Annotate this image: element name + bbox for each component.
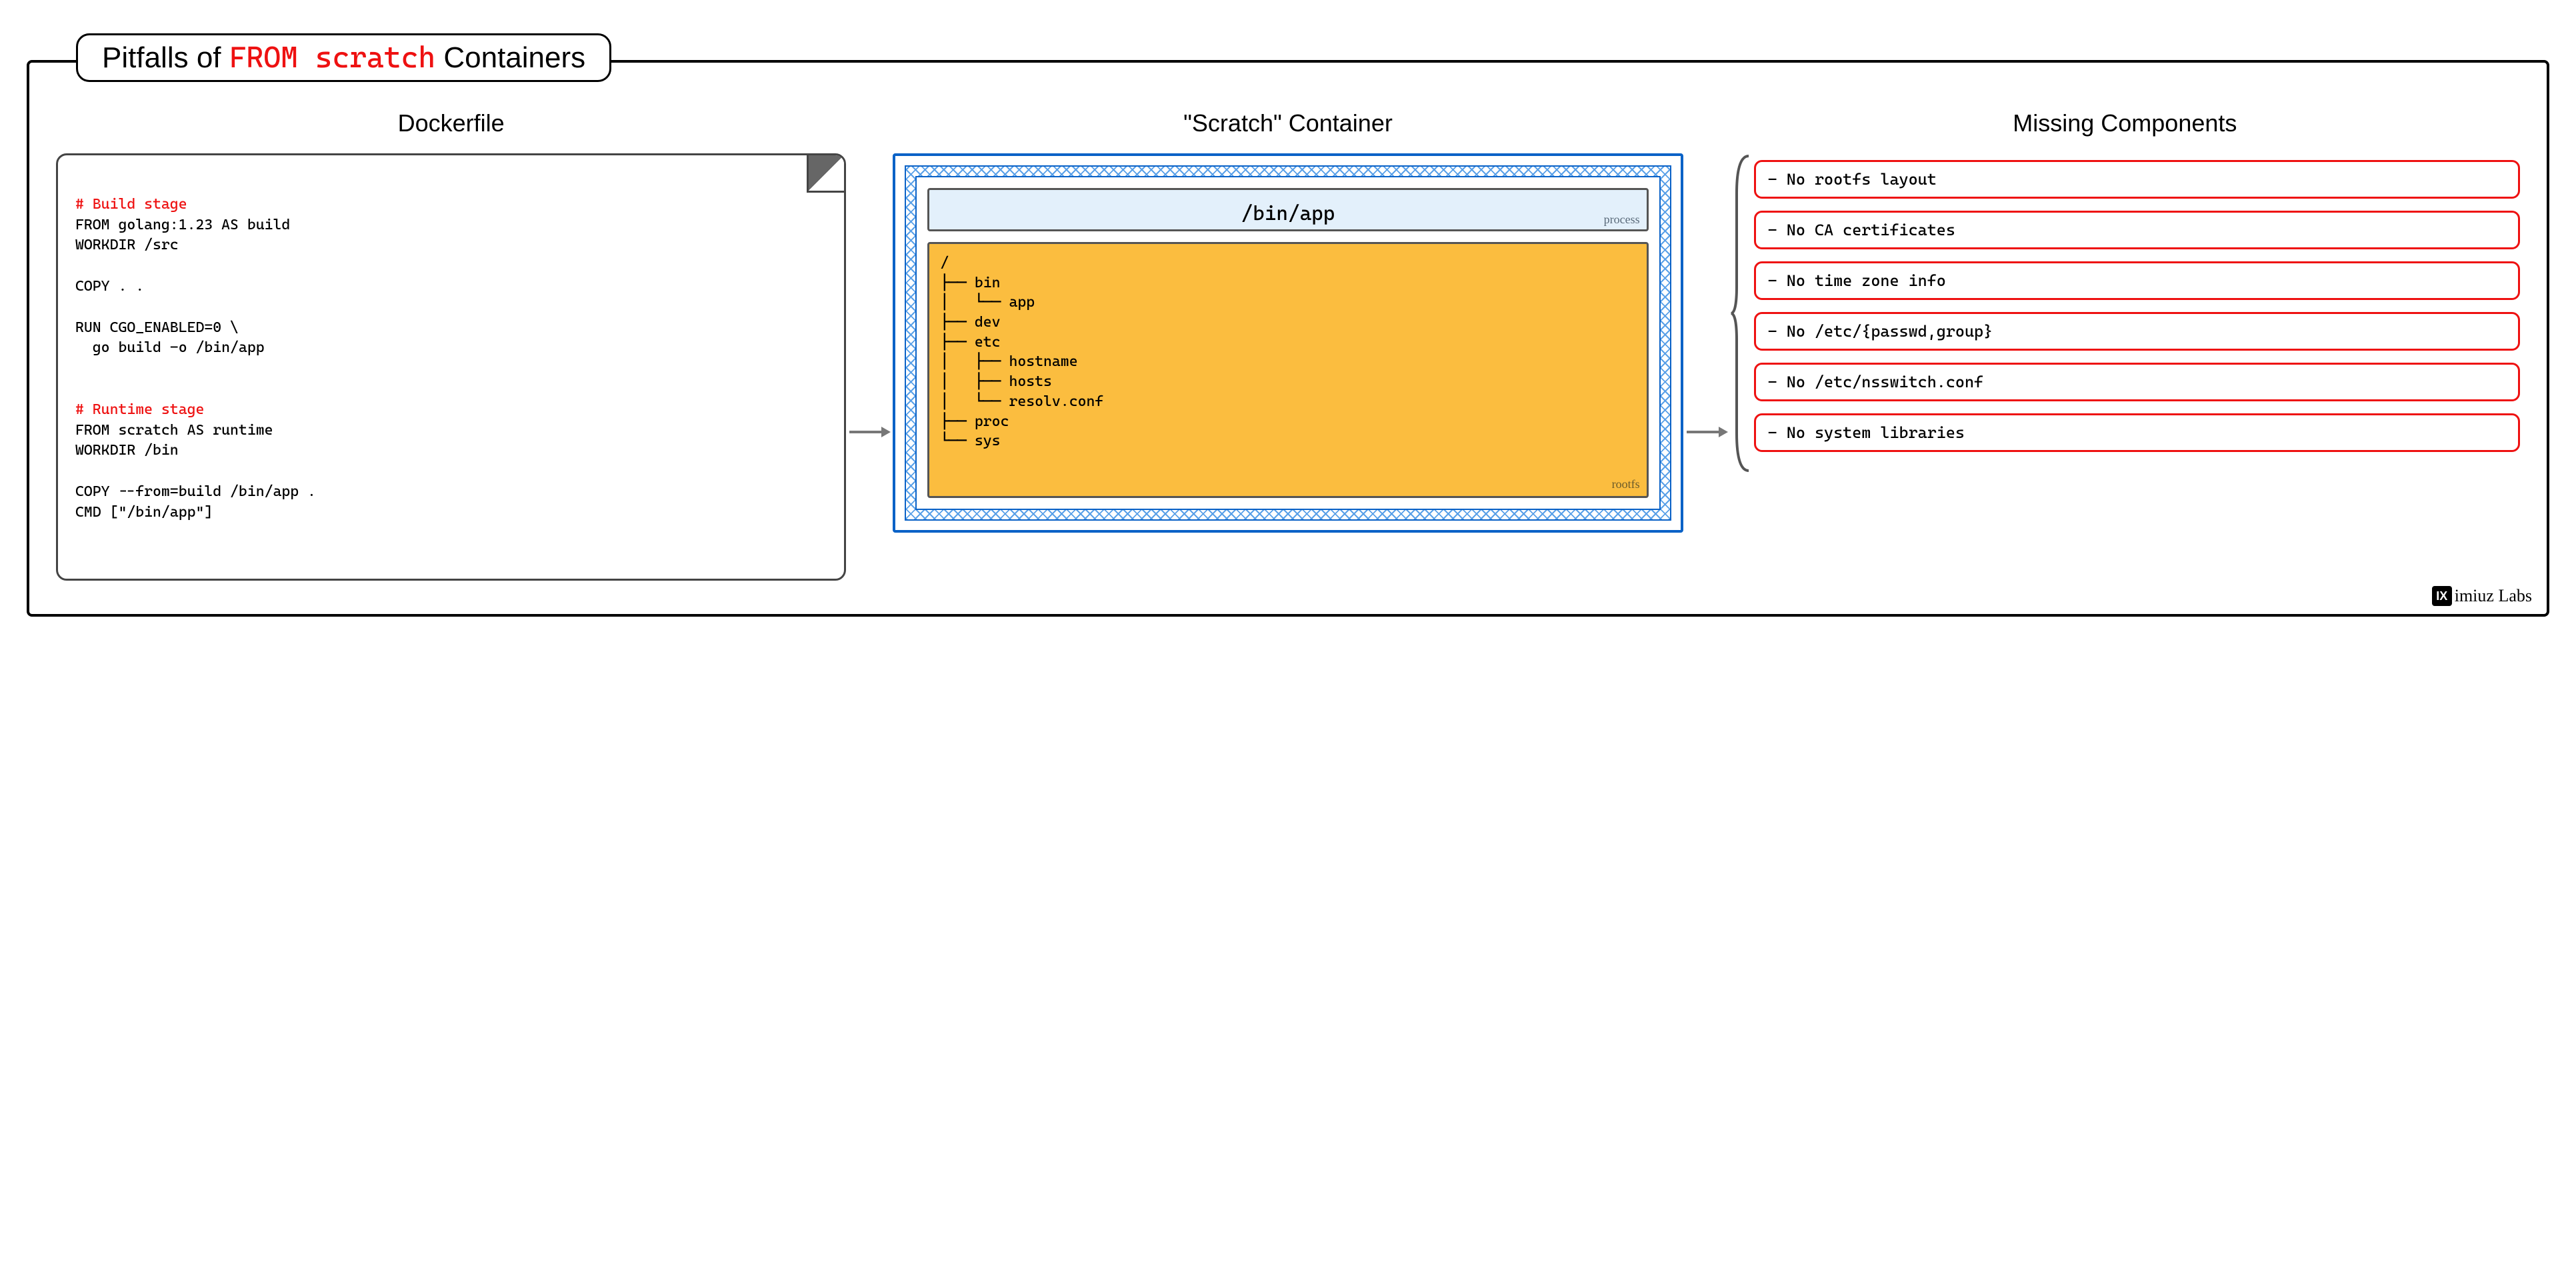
title-prefix: Pitfalls of (102, 41, 229, 74)
dockerfile-runtime-comment: # Runtime stage (75, 401, 204, 418)
brand-text: imiuz Labs (2455, 586, 2532, 606)
column-dockerfile: Dockerfile # Build stage FROM golang:1.2… (56, 109, 846, 581)
arrow-right-icon (1683, 109, 1730, 581)
dockerfile-build-comment: # Build stage (75, 196, 187, 213)
columns-grid: Dockerfile # Build stage FROM golang:1.2… (56, 109, 2520, 581)
missing-heading: Missing Components (1730, 109, 2520, 137)
missing-item-text: - No time zone info (1768, 271, 1946, 290)
process-label: /bin/app (1241, 202, 1335, 225)
dockerfile-heading: Dockerfile (56, 109, 846, 137)
missing-item: - No rootfs layout (1754, 160, 2520, 199)
brand-logo-icon: IX (2432, 586, 2452, 606)
missing-item-text: - No system libraries (1768, 423, 1965, 442)
missing-item: - No CA certificates (1754, 211, 2520, 249)
missing-item: - No system libraries (1754, 413, 2520, 452)
column-missing: Missing Components - No rootfs layout - … (1730, 109, 2520, 471)
arrow-right-icon (846, 109, 893, 581)
title-suffix: Containers (435, 41, 585, 74)
missing-item: - No time zone info (1754, 261, 2520, 300)
title-highlight: FROM scratch (229, 41, 435, 75)
container-heading: "Scratch" Container (893, 109, 1683, 137)
container-outer-border: /bin/app process / ├── bin │ └── app ├──… (893, 153, 1683, 533)
diagram-title-badge: Pitfalls of FROM scratch Containers (76, 33, 611, 82)
missing-item: - No /etc/nsswitch.conf (1754, 363, 2520, 401)
container-inner: /bin/app process / ├── bin │ └── app ├──… (915, 176, 1660, 510)
missing-item-text: - No /etc/nsswitch.conf (1768, 373, 1983, 391)
process-tag: process (1604, 213, 1640, 227)
page-fold-icon (807, 155, 844, 193)
missing-item-text: - No CA certificates (1768, 221, 1955, 239)
rootfs-tag: rootfs (1612, 476, 1640, 492)
column-container: "Scratch" Container /bin/app process / ├… (893, 109, 1683, 533)
dockerfile-build-lines: FROM golang:1.23 AS build WORKDIR /src C… (75, 217, 290, 357)
dockerfile-runtime-lines: FROM scratch AS runtime WORKDIR /bin COP… (75, 422, 316, 521)
rootfs-tree: / ├── bin │ └── app ├── dev ├── etc │ ├─… (940, 255, 1103, 449)
curly-brace-icon (1730, 153, 1750, 473)
container-hatch-ring: /bin/app process / ├── bin │ └── app ├──… (905, 165, 1671, 521)
missing-item: - No /etc/{passwd,group} (1754, 312, 2520, 351)
diagram-frame: Pitfalls of FROM scratch Containers Dock… (27, 60, 2549, 617)
missing-item-text: - No rootfs layout (1768, 170, 1937, 189)
dockerfile-card: # Build stage FROM golang:1.23 AS build … (56, 153, 846, 581)
missing-list: - No rootfs layout - No CA certificates … (1730, 153, 2520, 471)
missing-item-text: - No /etc/{passwd,group} (1768, 322, 1993, 341)
brand-watermark: IXimiuz Labs (2432, 586, 2532, 606)
process-box: /bin/app process (927, 188, 1648, 231)
rootfs-box: / ├── bin │ └── app ├── dev ├── etc │ ├─… (927, 242, 1648, 498)
